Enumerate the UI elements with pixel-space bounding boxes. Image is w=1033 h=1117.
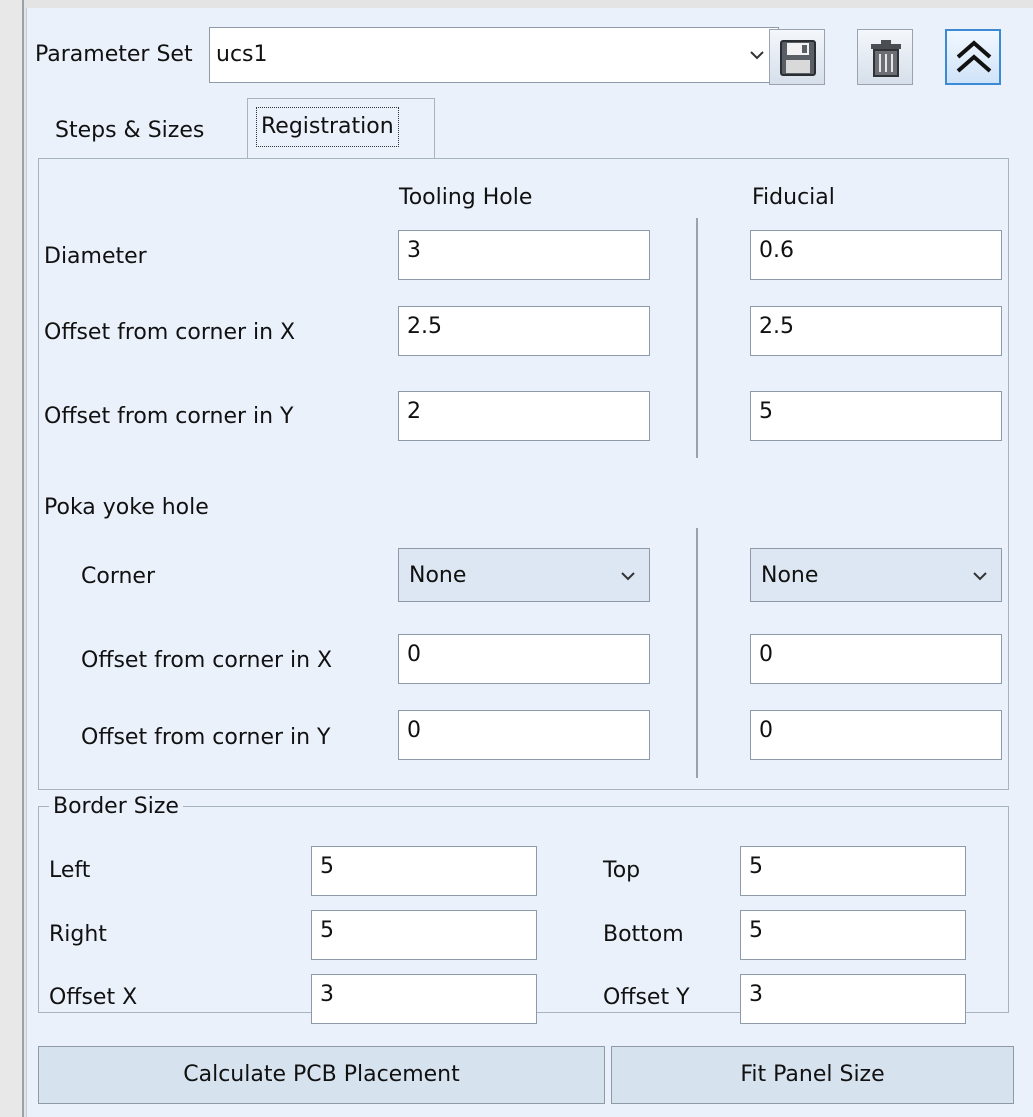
parameter-set-value: ucs1	[216, 42, 268, 67]
chevron-down-icon	[619, 566, 637, 593]
left-gutter	[0, 0, 24, 1117]
tooling-corner-value: None	[409, 563, 467, 588]
border-size-title: Border Size	[49, 794, 183, 820]
calculate-pcb-placement-button[interactable]: Calculate PCB Placement	[38, 1046, 605, 1104]
poka-offset-x-label: Offset from corner in X	[81, 648, 333, 673]
border-right-input[interactable]: 5	[311, 910, 537, 960]
column-separator-top	[696, 218, 698, 458]
border-top-label: Top	[603, 858, 641, 883]
diameter-label: Diameter	[44, 244, 147, 269]
chevron-down-icon	[971, 566, 989, 593]
tooling-offset-x-input[interactable]: 2.5	[398, 306, 650, 356]
tab-registration[interactable]: Registration	[247, 98, 435, 158]
tab-registration-label: Registration	[256, 107, 399, 147]
save-button[interactable]	[769, 29, 825, 85]
tooling-offset-y-input[interactable]: 2	[398, 391, 650, 441]
border-offset-y-label: Offset Y	[603, 985, 690, 1010]
column-separator-bottom	[696, 528, 698, 778]
fiducial-header: Fiducial	[752, 185, 835, 210]
tooling-corner-select[interactable]: None	[398, 548, 650, 602]
offset-x-label: Offset from corner in X	[44, 320, 296, 345]
border-left-label: Left	[49, 858, 91, 883]
double-chevron-up-icon	[954, 37, 994, 85]
fiducial-offset-x-input[interactable]: 2.5	[750, 306, 1002, 356]
tab-steps-sizes[interactable]: Steps & Sizes	[55, 118, 204, 144]
offset-y-label: Offset from corner in Y	[44, 404, 294, 429]
parameter-set-label: Parameter Set	[35, 42, 193, 67]
splitter-bar[interactable]	[22, 0, 24, 1117]
registration-panel: Parameter Set ucs1 Steps & Sizes Registr…	[26, 8, 1033, 1117]
border-left-input[interactable]: 5	[311, 846, 537, 896]
fiducial-poka-offset-x-input[interactable]: 0	[750, 634, 1002, 684]
chevron-down-icon	[748, 45, 766, 71]
parameter-set-combo[interactable]: ucs1	[209, 27, 779, 83]
floppy-disk-icon	[779, 39, 817, 83]
fiducial-corner-select[interactable]: None	[750, 548, 1002, 602]
poka-offset-y-label: Offset from corner in Y	[81, 725, 331, 750]
border-top-input[interactable]: 5	[740, 846, 966, 896]
tooling-hole-header: Tooling Hole	[399, 185, 533, 210]
fit-panel-size-button[interactable]: Fit Panel Size	[611, 1046, 1014, 1104]
fiducial-offset-y-input[interactable]: 5	[750, 391, 1002, 441]
fiducial-poka-offset-y-input[interactable]: 0	[750, 710, 1002, 760]
corner-label: Corner	[81, 564, 156, 589]
border-bottom-input[interactable]: 5	[740, 910, 966, 960]
tooling-poka-offset-x-input[interactable]: 0	[398, 634, 650, 684]
border-offset-x-label: Offset X	[49, 985, 138, 1010]
border-bottom-label: Bottom	[603, 922, 684, 947]
border-right-label: Right	[49, 922, 107, 947]
fiducial-corner-value: None	[761, 563, 819, 588]
tooling-diameter-input[interactable]: 3	[398, 230, 650, 280]
delete-button[interactable]	[857, 29, 913, 85]
fiducial-diameter-input[interactable]: 0.6	[750, 230, 1002, 280]
collapse-button[interactable]	[945, 29, 1001, 85]
poka-yoke-title: Poka yoke hole	[44, 495, 209, 520]
border-offset-y-input[interactable]: 3	[740, 974, 966, 1024]
trash-icon	[868, 38, 904, 84]
tooling-poka-offset-y-input[interactable]: 0	[398, 710, 650, 760]
border-offset-x-input[interactable]: 3	[311, 974, 537, 1024]
